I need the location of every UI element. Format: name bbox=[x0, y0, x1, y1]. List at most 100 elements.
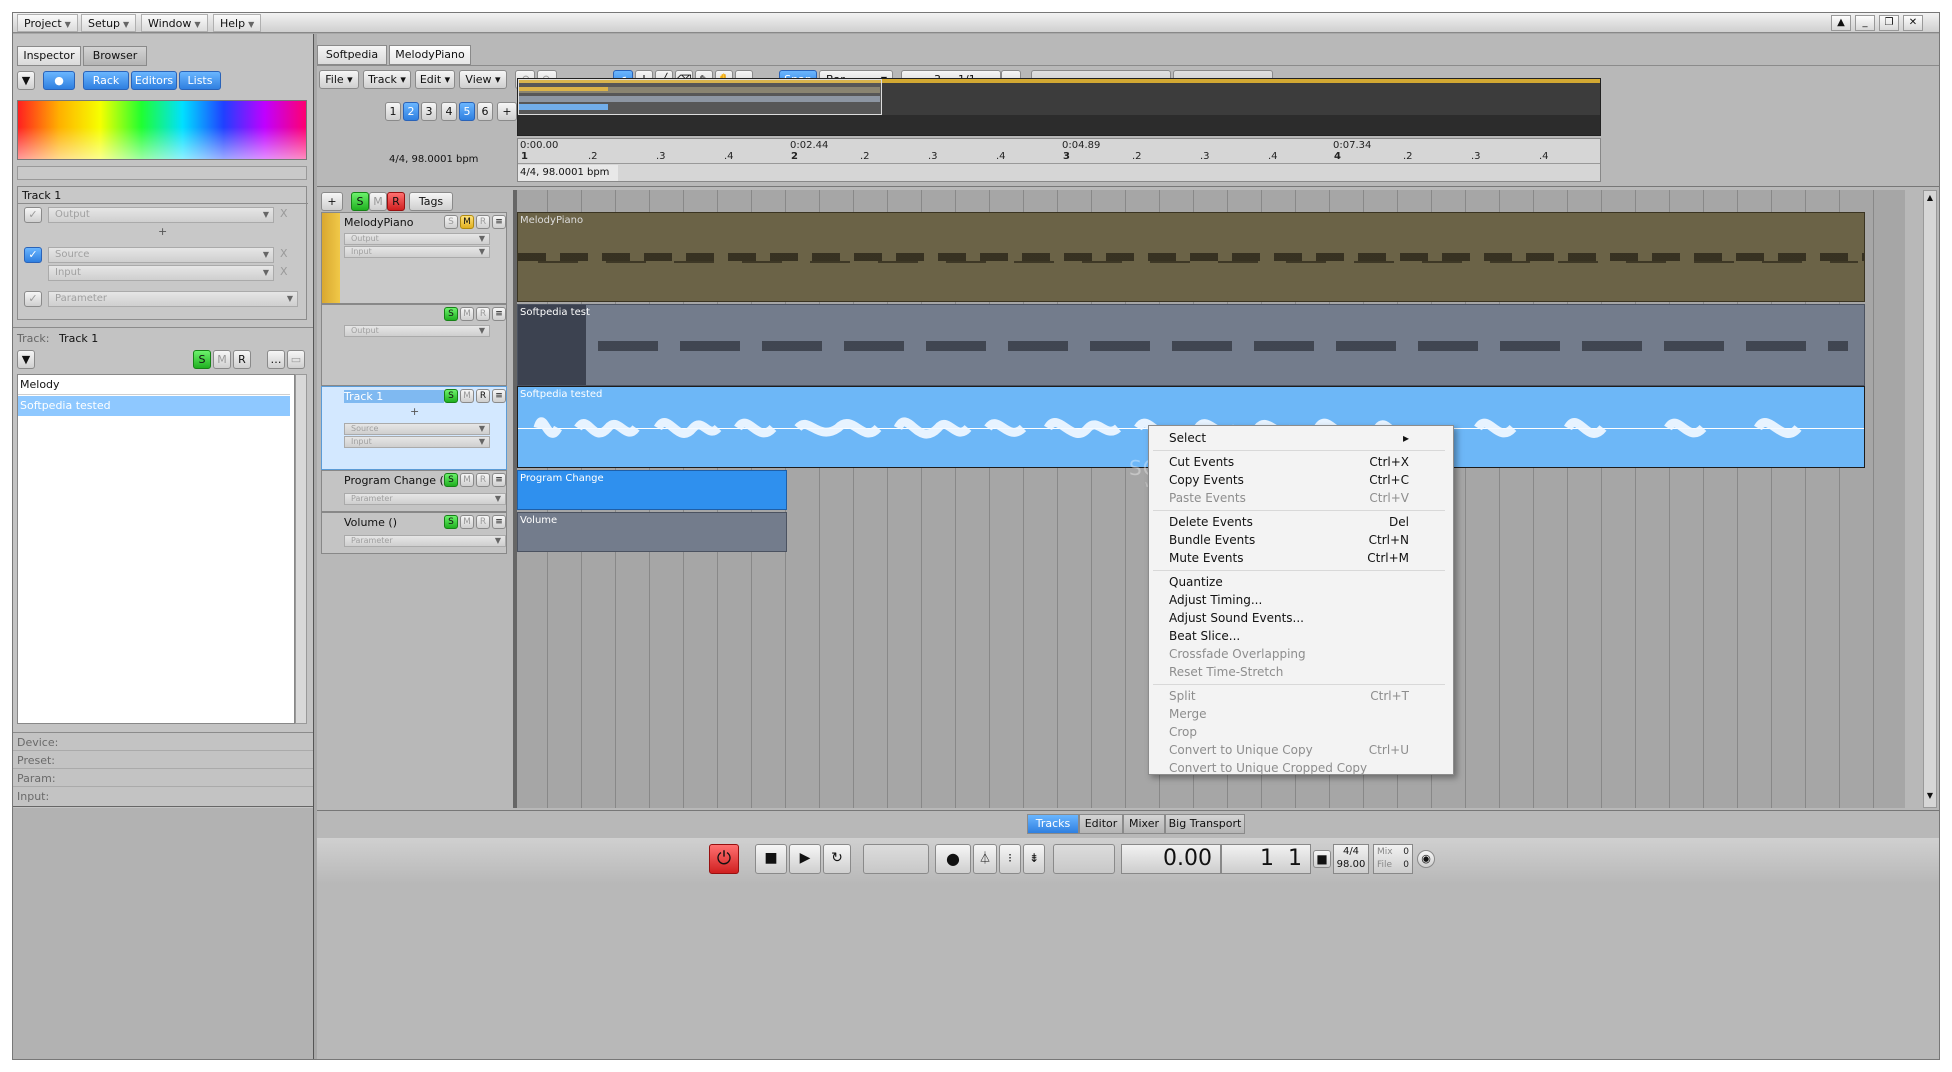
input-select[interactable]: Input ▼ bbox=[48, 265, 274, 281]
tab-editor[interactable]: Editor bbox=[1079, 814, 1123, 834]
more-icon[interactable]: … bbox=[267, 350, 285, 369]
menu-item-merge[interactable]: Merge bbox=[1169, 705, 1419, 723]
tempo-marker[interactable]: 4/4, 98.0001 bpm bbox=[518, 165, 618, 181]
tab-big-transport[interactable]: Big Transport bbox=[1165, 814, 1245, 834]
record-button[interactable]: R bbox=[476, 515, 490, 529]
track-header[interactable]: Program Change () S M R ≡ Parameter ▼ bbox=[321, 470, 507, 512]
solo-button[interactable]: S bbox=[193, 350, 211, 369]
cpu-meter-icon[interactable]: ◉ bbox=[1417, 850, 1435, 868]
punch-range[interactable] bbox=[1053, 844, 1115, 874]
page-6[interactable]: 6 bbox=[477, 102, 493, 121]
source-select[interactable]: Source ▼ bbox=[48, 247, 274, 263]
automation-clip-volume[interactable]: Volume bbox=[517, 512, 787, 552]
menu-item-mute-events[interactable]: Mute Events Ctrl+M bbox=[1169, 549, 1419, 567]
add-plus-icon[interactable]: + bbox=[410, 405, 419, 418]
output-select[interactable]: Output ▼ bbox=[48, 207, 274, 223]
color-wheel-icon[interactable]: ● bbox=[43, 71, 75, 90]
global-record-button[interactable]: R bbox=[387, 192, 405, 211]
record-button[interactable]: R bbox=[233, 350, 251, 369]
doc-tab-melodypiano[interactable]: MelodyPiano bbox=[389, 45, 471, 65]
mute-button[interactable]: M bbox=[460, 307, 474, 321]
doc-tab-softpedia[interactable]: Softpedia bbox=[317, 45, 387, 65]
metronome-icon[interactable]: ⏃ bbox=[973, 844, 997, 874]
solo-button[interactable]: S bbox=[444, 215, 458, 229]
mute-button[interactable]: M bbox=[460, 473, 474, 487]
menu-item-beat-slice[interactable]: Beat Slice... bbox=[1169, 627, 1419, 645]
page-3[interactable]: 3 bbox=[421, 102, 437, 121]
mute-button[interactable]: M bbox=[460, 389, 474, 403]
solo-button[interactable]: S bbox=[444, 473, 458, 487]
list-item[interactable]: Melody bbox=[18, 375, 290, 395]
record-button[interactable]: R bbox=[476, 389, 490, 403]
menu-project[interactable]: Project ▼ bbox=[17, 14, 78, 32]
menu-item-adjust-sound-events[interactable]: Adjust Sound Events... bbox=[1169, 609, 1419, 627]
menu-item-crossfade-overlapping[interactable]: Crossfade Overlapping bbox=[1169, 645, 1419, 663]
menu-item-copy-events[interactable]: Copy Events Ctrl+C bbox=[1169, 471, 1419, 489]
menu-item-select[interactable]: Select ▸ bbox=[1169, 429, 1419, 447]
loop-range[interactable] bbox=[863, 844, 929, 874]
add-track-button[interactable]: + bbox=[321, 192, 343, 211]
minimize-icon[interactable]: _ bbox=[1855, 15, 1875, 31]
midi-clip-softpedia-test[interactable]: Softpedia test bbox=[517, 304, 1865, 386]
track-menu-icon[interactable]: ≡ bbox=[492, 215, 506, 229]
stop-icon[interactable]: ■ bbox=[755, 844, 787, 874]
menu-item-reset-time-stretch[interactable]: Reset Time-Stretch bbox=[1169, 663, 1419, 681]
mute-button[interactable]: M bbox=[213, 350, 231, 369]
page-1[interactable]: 1 bbox=[385, 102, 401, 121]
track-header[interactable]: Volume () S M R ≡ Parameter ▼ bbox=[321, 512, 507, 554]
vertical-scrollbar[interactable]: ▲ ▼ bbox=[1923, 190, 1937, 808]
parameter-select[interactable]: Parameter ▼ bbox=[344, 535, 506, 547]
tempo-display[interactable]: 4/4 98.00 bbox=[1333, 844, 1369, 874]
parameter-select[interactable]: Parameter ▼ bbox=[48, 291, 298, 307]
add-plus-icon[interactable]: + bbox=[158, 225, 167, 238]
solo-button[interactable]: S bbox=[444, 515, 458, 529]
mode-rack[interactable]: Rack bbox=[83, 71, 129, 90]
page-2[interactable]: 2 bbox=[403, 102, 419, 121]
record-button[interactable]: R bbox=[476, 307, 490, 321]
record-button[interactable]: R bbox=[476, 215, 490, 229]
track-menu-icon[interactable]: ≡ bbox=[492, 307, 506, 321]
mute-button[interactable]: M bbox=[460, 515, 474, 529]
scroll-up-icon[interactable]: ▲ bbox=[1831, 15, 1851, 31]
tags-button[interactable]: Tags bbox=[409, 192, 453, 211]
track-menu-icon[interactable]: ≡ bbox=[492, 389, 506, 403]
source-select[interactable]: Source ▼ bbox=[344, 423, 490, 435]
track-header[interactable]: S M R ≡ Output ▼ bbox=[321, 304, 507, 386]
solo-button[interactable]: S bbox=[444, 307, 458, 321]
track-header-selected[interactable]: Track 1 S M R ≡ + Source ▼ Input ▼ bbox=[321, 386, 507, 470]
menu-item-quantize[interactable]: Quantize bbox=[1169, 573, 1419, 591]
menu-item-convert-to-unique-cropped-copy[interactable]: Convert to Unique Cropped Copy bbox=[1169, 759, 1419, 777]
restore-icon[interactable]: ❐ bbox=[1879, 15, 1899, 31]
record-button[interactable]: R bbox=[476, 473, 490, 487]
inspector-dropdown-icon[interactable]: ▼ bbox=[17, 71, 35, 90]
menu-item-delete-events[interactable]: Delete Events Del bbox=[1169, 513, 1419, 531]
global-solo-button[interactable]: S bbox=[351, 192, 369, 211]
page-5[interactable]: 5 bbox=[459, 102, 475, 121]
output-select[interactable]: Output ▼ bbox=[344, 325, 490, 337]
scroll-down-icon[interactable]: ▼ bbox=[1925, 791, 1935, 805]
tab-browser[interactable]: Browser bbox=[83, 46, 147, 66]
folder-icon[interactable]: ▭ bbox=[287, 350, 305, 369]
file-menu-button[interactable]: File ▾ bbox=[319, 70, 359, 89]
remove-icon[interactable]: X bbox=[280, 207, 288, 220]
menu-setup[interactable]: Setup ▼ bbox=[81, 14, 137, 32]
check-icon[interactable]: ✓ bbox=[24, 291, 42, 307]
view-menu-button[interactable]: View ▾ bbox=[459, 70, 507, 89]
arrangement-overview[interactable] bbox=[517, 78, 1601, 136]
menu-item-cut-events[interactable]: Cut Events Ctrl+X bbox=[1169, 453, 1419, 471]
loop-icon[interactable]: ↻ bbox=[823, 844, 851, 874]
menu-item-adjust-timing[interactable]: Adjust Timing... bbox=[1169, 591, 1419, 609]
mode-editors[interactable]: Editors bbox=[131, 71, 177, 90]
solo-button[interactable]: S bbox=[444, 389, 458, 403]
mode-lists[interactable]: Lists bbox=[179, 71, 221, 90]
tags-dropdown-icon[interactable]: ▼ bbox=[17, 350, 35, 369]
track-header[interactable]: MelodyPiano S M R ≡ Output ▼ Input ▼ bbox=[321, 212, 507, 304]
position-square-icon[interactable]: ■ bbox=[1313, 850, 1331, 868]
power-icon[interactable]: ⏻ bbox=[709, 844, 739, 874]
parameter-select[interactable]: Parameter ▼ bbox=[344, 493, 506, 505]
play-icon[interactable]: ▶ bbox=[789, 844, 821, 874]
menu-item-convert-to-unique-copy[interactable]: Convert to Unique Copy Ctrl+U bbox=[1169, 741, 1419, 759]
mute-button[interactable]: M bbox=[460, 215, 474, 229]
menu-item-bundle-events[interactable]: Bundle Events Ctrl+N bbox=[1169, 531, 1419, 549]
midi-clip-melodypiano[interactable]: MelodyPiano bbox=[517, 212, 1865, 302]
